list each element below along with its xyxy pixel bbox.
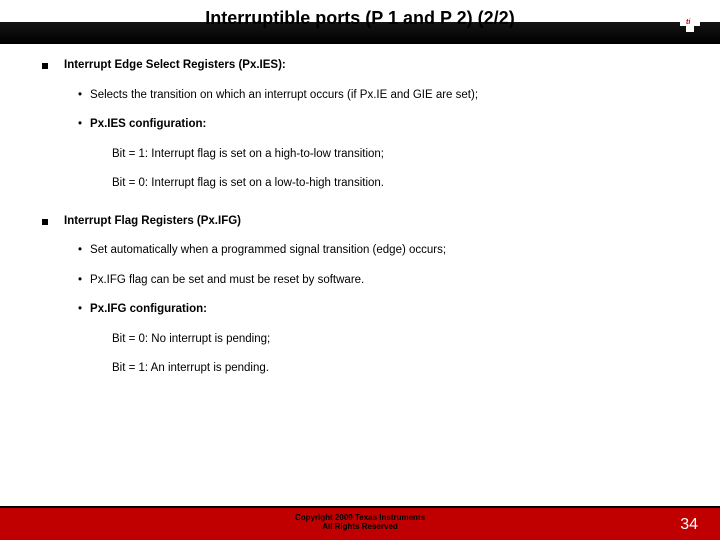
footer-text: Copyright 2009 Texas Instruments All Rig… (0, 513, 720, 532)
list-item: • Set automatically when a programmed si… (78, 243, 690, 259)
section-heading: Interrupt Edge Select Registers (Px.IES)… (42, 58, 690, 74)
copyright-line: Copyright 2009 Texas Instruments (295, 513, 425, 522)
slide-content: Interrupt Edge Select Registers (Px.IES)… (42, 58, 690, 391)
dot-bullet-icon: • (78, 273, 82, 289)
dot-bullet-icon: • (78, 88, 82, 104)
sub-line: Bit = 1: An interrupt is pending. (112, 361, 690, 377)
list-item-text: Px.IFG configuration: (90, 302, 207, 318)
page-number: 34 (680, 516, 698, 534)
list-item-text: Set automatically when a programmed sign… (90, 243, 446, 259)
section-heading: Interrupt Flag Registers (Px.IFG) (42, 214, 690, 230)
list-item: • Px.IES configuration: (78, 117, 690, 133)
dot-bullet-icon: • (78, 243, 82, 259)
slide-title: Interruptible ports (P 1 and P 2) (2/2) (0, 8, 720, 29)
dot-bullet-icon: • (78, 302, 82, 318)
section-heading-text: Interrupt Flag Registers (Px.IFG) (64, 214, 241, 230)
list-item: • Selects the transition on which an int… (78, 88, 690, 104)
square-bullet-icon (42, 63, 48, 69)
list-item: • Px.IFG configuration: (78, 302, 690, 318)
dot-bullet-icon: • (78, 117, 82, 133)
list-item-text: Selects the transition on which an inter… (90, 88, 478, 104)
square-bullet-icon (42, 219, 48, 225)
sub-line: Bit = 0: Interrupt flag is set on a low-… (112, 176, 690, 192)
list-item-text: Px.IFG flag can be set and must be reset… (90, 273, 364, 289)
list-item-text: Px.IES configuration: (90, 117, 206, 133)
ti-logo: ti (672, 6, 704, 38)
rights-line: All Rights Reserved (322, 522, 398, 531)
sub-line: Bit = 0: No interrupt is pending; (112, 332, 690, 348)
list-item: • Px.IFG flag can be set and must be res… (78, 273, 690, 289)
section-heading-text: Interrupt Edge Select Registers (Px.IES)… (64, 58, 286, 74)
sub-line: Bit = 1: Interrupt flag is set on a high… (112, 147, 690, 163)
